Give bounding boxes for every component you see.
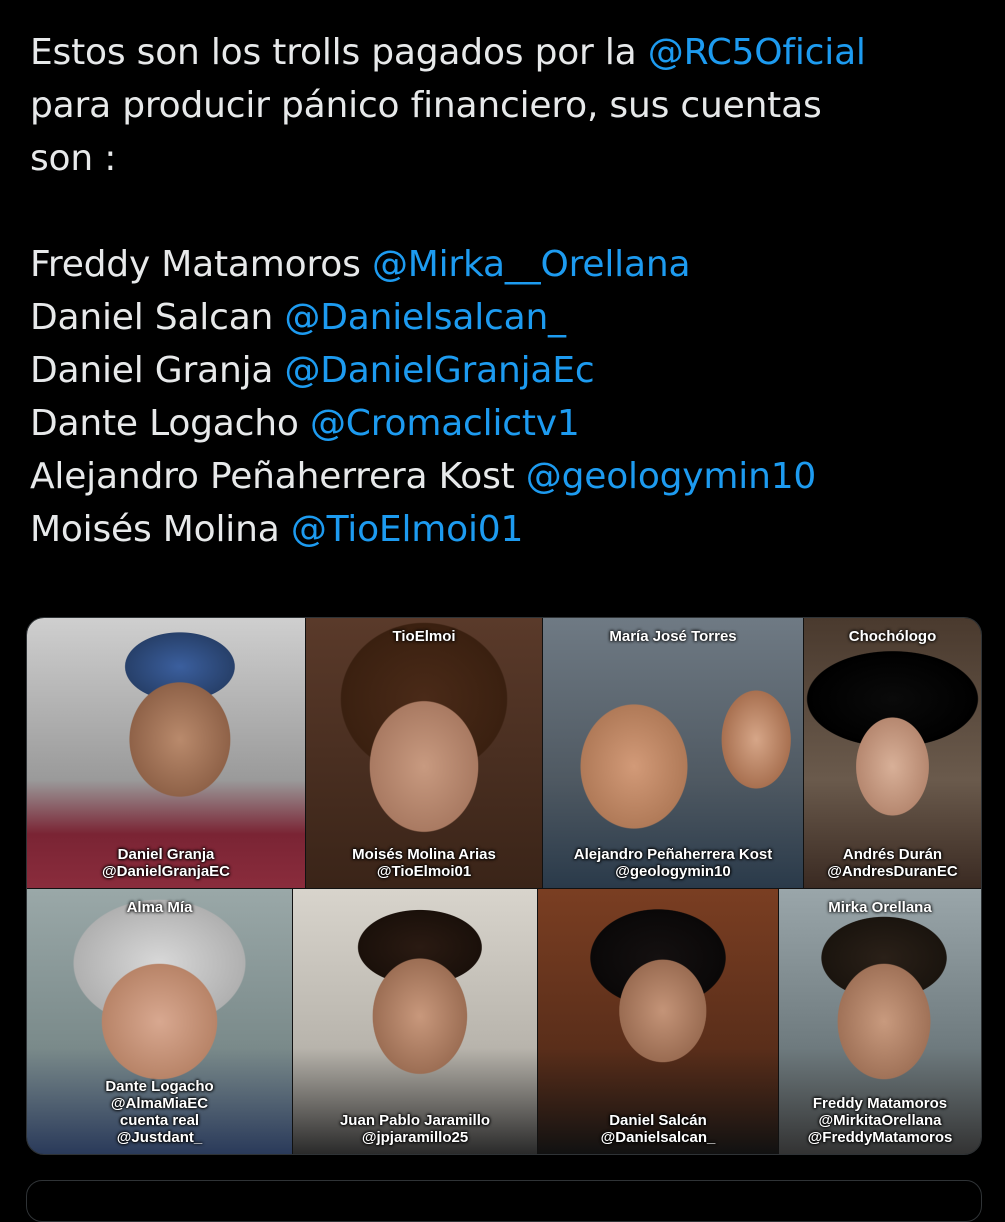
photo-caption: Freddy Matamoros @MirkitaOrellana @FreddyM… [807,1095,953,1146]
photo-cell: Mirka Orellana Freddy Matamoros @MirkitaO… [779,889,981,1154]
photo-caption: Daniel Granja @DanielGranjaEC [102,846,230,880]
photo-caption: Dante Logacho @AlmaMiaEC cuenta real @Justd… [105,1078,214,1146]
photo-cell: TioElmoi Moisés Molina Arias @TioElmoi01 [306,618,542,888]
account-name: Freddy Matamoros [30,244,372,285]
account-line: Daniel Granja @DanielGranjaEc [30,344,980,397]
account-mention[interactable]: @TioElmoi01 [291,509,524,550]
account-line: Moisés Molina @TioElmoi01 [30,503,980,556]
account-mention[interactable]: @Danielsalcan_ [284,297,566,338]
tweet-intro-text: Estos son los trolls pagados por la [30,32,648,73]
tweet-line-1: Estos son los trolls pagados por la @RC5… [30,26,980,79]
tweet-media-image[interactable]: Daniel Granja @DanielGranjaEC TioElmoi Mo… [26,617,982,1155]
photo-cell: Daniel Salcán @Danielsalcan_ [538,889,778,1154]
photo-top-caption: María José Torres [609,628,737,645]
account-line: Daniel Salcan @Danielsalcan_ [30,291,980,344]
top-divider [0,0,1005,10]
account-mention[interactable]: @DanielGranjaEc [284,350,594,391]
account-name: Moisés Molina [30,509,291,550]
photo-caption: Juan Pablo Jaramillo @jpjaramillo25 [339,1112,491,1146]
photo-cell: Daniel Granja @DanielGranjaEC [27,618,305,888]
photo-cell: Alma Mía Dante Logacho @AlmaMiaEC cuenta r… [27,889,292,1154]
account-name: Dante Logacho [30,403,310,444]
account-mention[interactable]: @Cromaclictv1 [310,403,580,444]
photo-caption: Andrés Durán @AndresDuranEC [827,846,958,880]
account-line: Alejandro Peñaherrera Kost @geologymin10 [30,450,980,503]
photo-top-caption: Mirka Orellana [828,899,932,916]
tweet-line-3: son : [30,138,117,179]
mention-rc5oficial[interactable]: @RC5Oficial [648,32,866,73]
photo-cell: Chochólogo Andrés Durán @AndresDuranEC [804,618,981,888]
photo-top-caption: TioElmoi [392,628,456,645]
account-mention[interactable]: @geologymin10 [526,456,817,497]
photo-caption: Moisés Molina Arias @TioElmoi01 [352,846,496,880]
tweet-text: Estos son los trolls pagados por la @RC5… [30,26,980,556]
account-name: Alejandro Peñaherrera Kost [30,456,526,497]
photo-cell: María José Torres Alejandro Peñaherrera … [543,618,803,888]
next-card-edge [26,1180,982,1222]
account-mention[interactable]: @Mirka__Orellana [372,244,691,285]
account-line: Dante Logacho @Cromaclictv1 [30,397,980,450]
photo-caption: Daniel Salcán @Danielsalcan_ [600,1112,716,1146]
photo-top-caption: Chochólogo [848,628,937,645]
photo-top-caption: Alma Mía [126,899,193,916]
account-name: Daniel Granja [30,350,285,391]
account-name: Daniel Salcan [30,297,285,338]
photo-caption: Alejandro Peñaherrera Kost @geologymin10 [573,846,773,880]
tweet-line-2: para producir pánico financiero, sus cue… [30,85,822,126]
account-line: Freddy Matamoros @Mirka__Orellana [30,238,980,291]
photo-cell: Juan Pablo Jaramillo @jpjaramillo25 [293,889,537,1154]
